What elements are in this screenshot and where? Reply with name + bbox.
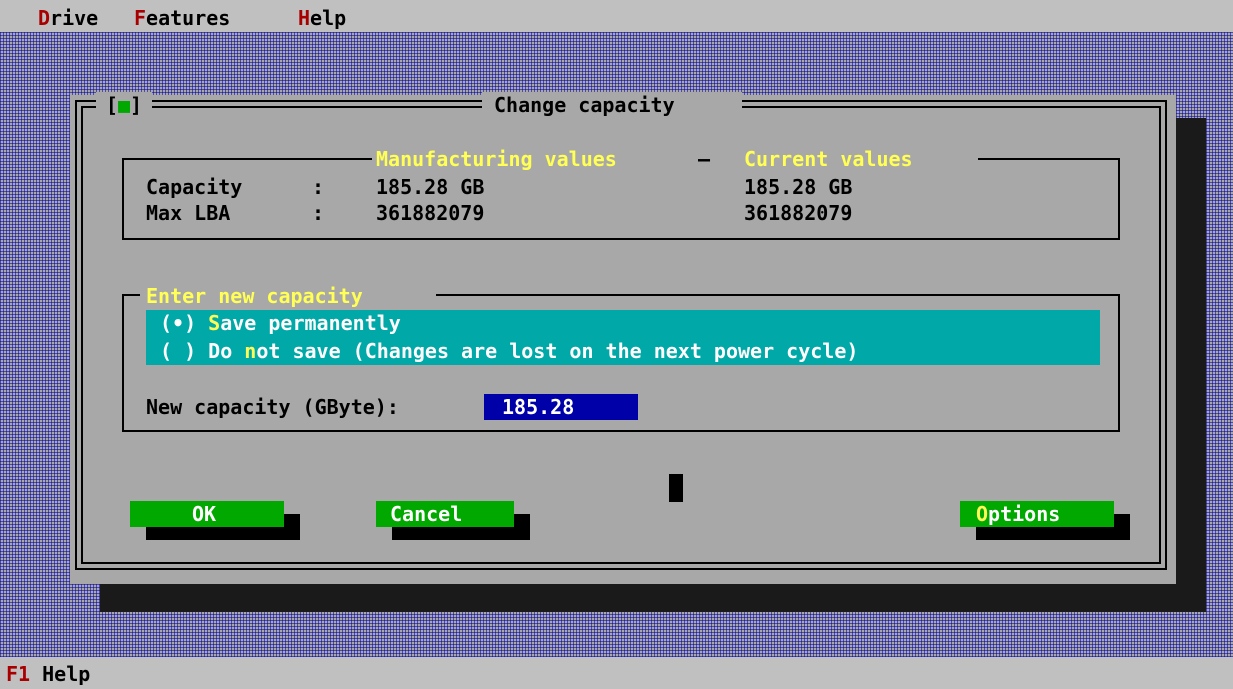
capacity-current-value: 185.28 GB bbox=[744, 175, 853, 199]
dialog-title: Change capacity bbox=[494, 93, 675, 117]
menu-features[interactable]: Features bbox=[134, 6, 230, 30]
radio-do-not-save-label: ot save (Changes are lost on the next po… bbox=[256, 339, 859, 363]
dialog-close-button[interactable]: [■] bbox=[96, 92, 152, 118]
radio-save-permanently-hotkey: S bbox=[208, 311, 221, 335]
max-lba-manufacturing-value: 361882079 bbox=[376, 201, 485, 225]
status-bar: F1 Help bbox=[0, 657, 1233, 689]
max-lba-label: Max LBA bbox=[146, 201, 231, 225]
column-header-separator: — bbox=[698, 147, 711, 171]
radio-do-not-save-hotkey: n bbox=[244, 339, 257, 363]
max-lba-separator: : bbox=[312, 201, 325, 225]
radio-do-not-save-mark: ( ) bbox=[160, 339, 197, 363]
menu-help-hotkey: H bbox=[298, 6, 311, 30]
status-help-label: Help bbox=[42, 662, 91, 686]
menu-drive[interactable]: Drive bbox=[38, 6, 98, 30]
status-help-key: F1 bbox=[6, 662, 31, 686]
text-cursor bbox=[669, 474, 683, 502]
radio-save-permanently-mark: (•) bbox=[160, 311, 197, 335]
new-capacity-label: New capacity (GByte): bbox=[146, 395, 399, 419]
menu-help[interactable]: Help bbox=[298, 6, 346, 30]
close-bracket-close: ] bbox=[130, 93, 143, 117]
close-icon: ■ bbox=[117, 93, 131, 117]
options-button[interactable]: Options bbox=[960, 501, 1114, 527]
radio-save-permanently-label: ave permanently bbox=[220, 311, 401, 335]
ok-button[interactable]: OK bbox=[130, 501, 284, 527]
capacity-separator: : bbox=[312, 175, 325, 199]
options-button-hotkey: O bbox=[976, 502, 989, 526]
radio-save-permanently[interactable]: (•) Save permanently bbox=[160, 310, 401, 337]
dialog-shadow-bottom bbox=[100, 584, 1206, 612]
capacity-manufacturing-value: 185.28 GB bbox=[376, 175, 485, 199]
status-help-hint[interactable]: F1 Help bbox=[6, 661, 90, 687]
options-button-label: ptions bbox=[988, 502, 1061, 526]
close-bracket-open: [ bbox=[105, 93, 118, 117]
cancel-button[interactable]: Cancel bbox=[376, 501, 514, 527]
column-header-current: Current values bbox=[744, 147, 913, 171]
radio-do-not-save-prefix: Do bbox=[208, 339, 245, 363]
menu-bar: Drive Features Help bbox=[0, 0, 1233, 32]
menu-drive-label: rive bbox=[50, 6, 99, 30]
entry-group-legend: Enter new capacity bbox=[146, 284, 363, 308]
dialog-shadow-right bbox=[1176, 118, 1206, 612]
capacity-label: Capacity bbox=[146, 175, 243, 199]
column-header-manufacturing: Manufacturing values bbox=[376, 147, 617, 171]
menu-help-label: elp bbox=[310, 6, 347, 30]
menu-drive-hotkey: D bbox=[38, 6, 51, 30]
new-capacity-input[interactable]: 185.28 bbox=[484, 394, 638, 420]
max-lba-current-value: 361882079 bbox=[744, 201, 853, 225]
radio-do-not-save[interactable]: ( ) Do not save (Changes are lost on the… bbox=[160, 338, 858, 365]
menu-features-label: eatures bbox=[146, 6, 231, 30]
menu-features-hotkey: F bbox=[134, 6, 147, 30]
